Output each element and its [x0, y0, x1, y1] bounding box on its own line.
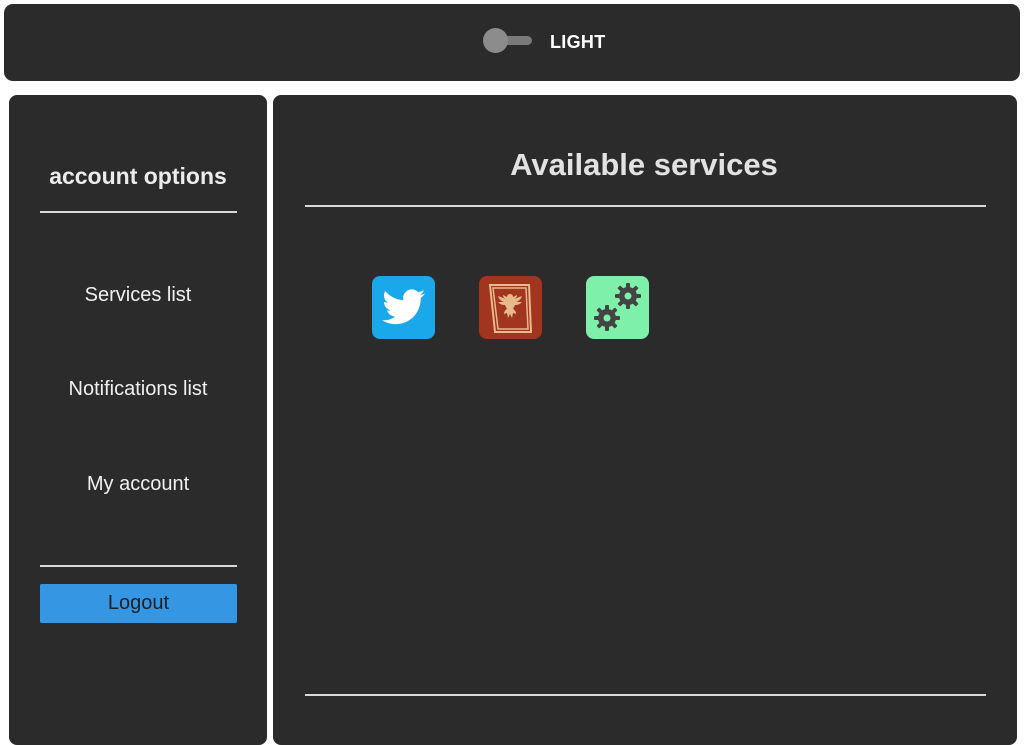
eagle-crest-icon[interactable]	[479, 276, 542, 339]
toggle-switch-icon	[483, 28, 508, 53]
sidebar-item-services-list[interactable]: Services list	[0, 284, 276, 307]
sidebar-bottom-divider	[40, 565, 237, 567]
main-panel	[273, 95, 1017, 745]
sidebar-title: account options	[49, 163, 227, 189]
page-title: Available services	[510, 147, 778, 182]
sidebar-item-notifications-list[interactable]: Notifications list	[0, 378, 276, 401]
gears-icon[interactable]	[586, 276, 649, 339]
sidebar-item-my-account[interactable]: My account	[0, 473, 276, 496]
twitter-icon[interactable]	[372, 276, 435, 339]
logout-button[interactable]: Logout	[40, 584, 237, 623]
theme-toggle[interactable]	[482, 27, 532, 54]
theme-label: LIGHT	[550, 32, 606, 52]
sidebar-top-divider	[40, 211, 237, 213]
main-bottom-divider	[305, 694, 986, 696]
sidebar	[9, 95, 267, 745]
main-top-divider	[305, 205, 986, 207]
